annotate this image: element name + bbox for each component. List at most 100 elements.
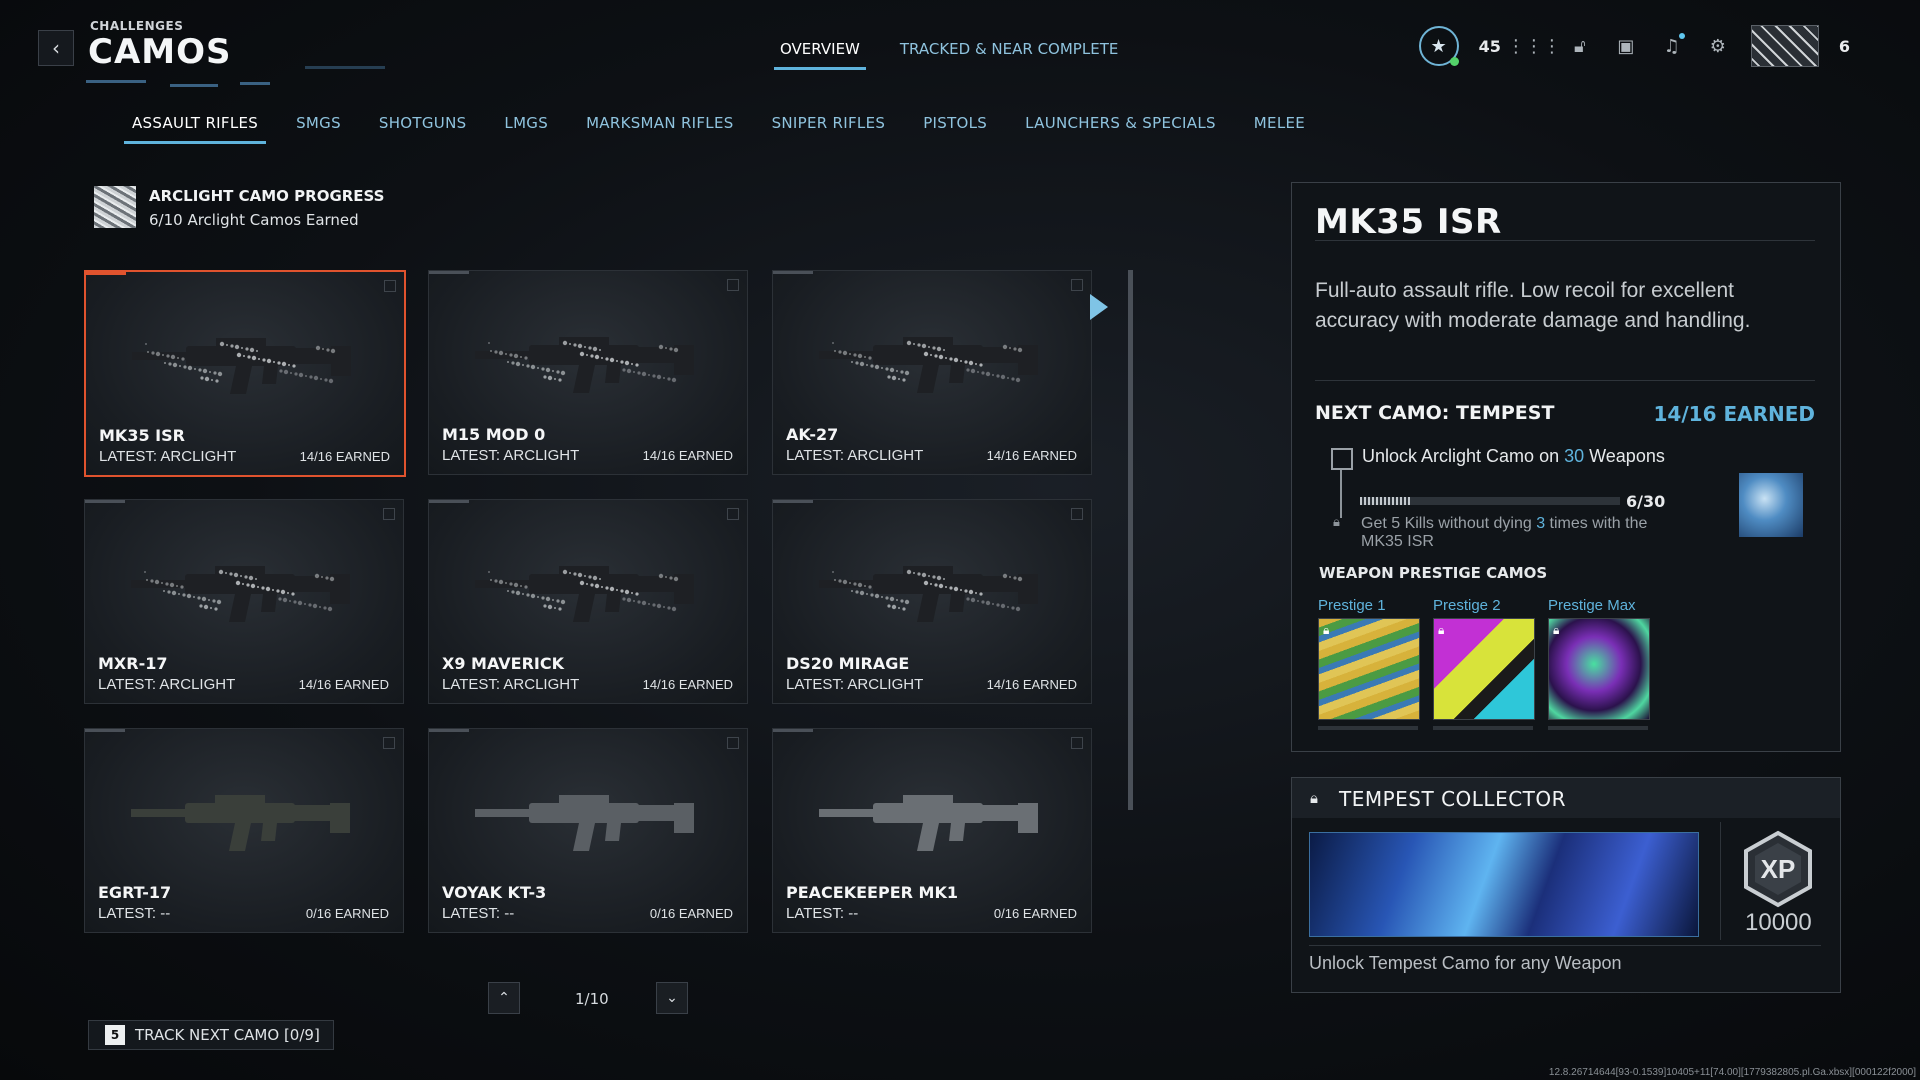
challenge-subtext: Get 5 Kills without dying 3 times with t… [1361, 515, 1681, 551]
tab-pistols[interactable]: PISTOLS [923, 114, 987, 132]
weapon-earned-count: 14/16 EARNED [299, 449, 390, 464]
tab-lmgs[interactable]: LMGS [504, 114, 548, 132]
bell-icon[interactable]: ♫ [1659, 33, 1685, 59]
weapon-earned-count: 0/16 EARNED [649, 906, 733, 921]
grid-menu-icon[interactable]: ⋮⋮⋮ [1507, 33, 1561, 59]
challenge-text-prefix: Unlock Arclight Camo on [1362, 446, 1565, 466]
tab-sniper-rifles[interactable]: SNIPER RIFLES [772, 114, 886, 132]
weapon-latest-camo: LATEST: -- [442, 905, 515, 922]
grid-scrollbar-thumb[interactable] [1128, 270, 1133, 810]
track-next-camo-button[interactable]: 5 TRACK NEXT CAMO [0/9] [88, 1020, 334, 1050]
challenge-checkbox[interactable] [1331, 448, 1353, 470]
lock-icon: 🔒︎ [1438, 623, 1445, 637]
tempest-camo-thumbnail[interactable] [1739, 473, 1803, 537]
weapon-card[interactable]: EGRT-17 LATEST: -- 0/16 EARNED [84, 728, 404, 933]
challenge-text: Unlock Arclight Camo on 30 Weapons [1362, 446, 1665, 467]
weapon-latest-camo: LATEST: -- [786, 905, 859, 922]
card-progress-bar [773, 271, 813, 274]
weapon-card[interactable]: VOYAK KT-3 LATEST: -- 0/16 EARNED [428, 728, 748, 933]
card-progress-bar [429, 271, 469, 274]
weapon-name: MXR-17 [98, 654, 168, 673]
card-progress-bar [85, 500, 125, 503]
card-progress-bar [773, 500, 813, 503]
weapon-name: VOYAK KT-3 [442, 883, 547, 902]
prestige-2-progress [1433, 726, 1533, 730]
title-glitch-decoration [305, 66, 385, 69]
card-corner-icon [727, 737, 739, 749]
card-progress-bar [773, 729, 813, 732]
tab-smgs[interactable]: SMGS [296, 114, 341, 132]
player-count: 6 [1838, 36, 1850, 56]
tab-melee[interactable]: MELEE [1254, 114, 1305, 132]
weapon-card[interactable]: MK35 ISR LATEST: ARCLIGHT 14/16 EARNED [84, 270, 406, 477]
tab-marksman-rifles[interactable]: MARKSMAN RIFLES [586, 114, 734, 132]
detail-weapon-name: MK35 ISR [1315, 202, 1502, 242]
card-progress-bar [85, 729, 125, 732]
arclight-camo-thumbnail [94, 186, 136, 228]
xp-label: XP [1761, 854, 1796, 884]
weapon-card[interactable]: M15 MOD 0 LATEST: ARCLIGHT 14/16 EARNED [428, 270, 748, 475]
cursor-pointer-icon [1090, 294, 1108, 320]
weapon-latest-camo: LATEST: ARCLIGHT [442, 447, 580, 464]
header-subtitle: CHALLENGES [90, 19, 184, 33]
prestige-max-camo[interactable]: 🔒︎ [1548, 618, 1650, 720]
tab-overview[interactable]: OVERVIEW [774, 40, 866, 70]
challenge-text-suffix: Weapons [1584, 446, 1665, 466]
challenge-progress-count: 6/30 [1626, 492, 1666, 511]
unlock-icon[interactable]: 🔓︎ [1567, 33, 1593, 59]
weapon-image [819, 337, 1038, 393]
weapon-card[interactable]: AK-27 LATEST: ARCLIGHT 14/16 EARNED [772, 270, 1092, 475]
chevron-down-icon: ⌄ [666, 990, 678, 1006]
card-corner-icon [1071, 508, 1083, 520]
weapon-image [132, 338, 351, 394]
collector-reward-image[interactable] [1309, 832, 1699, 937]
prestige-1-camo[interactable]: 🔒︎ [1318, 618, 1420, 720]
challenge-progress-fill [1360, 497, 1412, 505]
prestige-camos-title: WEAPON PRESTIGE CAMOS [1319, 564, 1548, 582]
card-corner-icon [727, 279, 739, 291]
card-corner-icon [383, 508, 395, 520]
card-corner-icon [1071, 279, 1083, 291]
card-progress-bar [429, 729, 469, 732]
prestige-max-progress [1548, 726, 1648, 730]
page-up-button[interactable]: ⌃ [488, 982, 520, 1014]
weapon-image [819, 566, 1038, 622]
weapon-card[interactable]: X9 MAVERICK LATEST: ARCLIGHT 14/16 EARNE… [428, 499, 748, 704]
player-avatar[interactable] [1750, 25, 1819, 67]
weapon-card[interactable]: DS20 MIRAGE LATEST: ARCLIGHT 14/16 EARNE… [772, 499, 1092, 704]
challenge-connector-line [1340, 470, 1342, 518]
page-indicator: 1/10 [575, 990, 609, 1008]
rank-value: 45 [1478, 36, 1501, 56]
collector-title: TEMPEST COLLECTOR [1339, 787, 1567, 811]
divider [1315, 380, 1815, 381]
weapon-image [131, 566, 350, 622]
camera-icon[interactable]: ▣ [1613, 33, 1639, 59]
top-tabs: OVERVIEW TRACKED & NEAR COMPLETE [774, 40, 1118, 70]
page-down-button[interactable]: ⌄ [656, 982, 688, 1014]
weapon-card[interactable]: MXR-17 LATEST: ARCLIGHT 14/16 EARNED [84, 499, 404, 704]
divider [1720, 822, 1721, 940]
weapon-image [475, 795, 694, 851]
notification-dot [1678, 33, 1685, 39]
weapon-category-tabs: ASSAULT RIFLES SMGS SHOTGUNS LMGS MARKSM… [123, 114, 1305, 144]
tab-tracked-near-complete[interactable]: TRACKED & NEAR COMPLETE [900, 40, 1118, 66]
gear-icon[interactable]: ⚙ [1705, 33, 1731, 59]
camo-progress-subtitle: 6/10 Arclight Camos Earned [149, 211, 359, 229]
subtext-prefix: Get 5 Kills without dying [1361, 515, 1537, 532]
weapon-image [475, 337, 694, 393]
tab-assault-rifles[interactable]: ASSAULT RIFLES [123, 114, 267, 144]
lock-icon: 🔒︎ [1553, 623, 1560, 637]
tab-shotguns[interactable]: SHOTGUNS [379, 114, 467, 132]
rank-icon[interactable]: ★ [1418, 26, 1459, 66]
weapon-image [819, 795, 1038, 851]
weapon-earned-count: 14/16 EARNED [642, 448, 733, 463]
title-glitch-decoration [240, 82, 270, 85]
prestige-2-camo[interactable]: 🔒︎ [1433, 618, 1535, 720]
debug-footer-text: 12.8.26714644[93-0.1539]10405+11[74.00][… [1548, 1067, 1916, 1078]
card-corner-icon [1071, 737, 1083, 749]
weapon-earned-count: 14/16 EARNED [986, 677, 1077, 692]
weapon-card[interactable]: PEACEKEEPER MK1 LATEST: -- 0/16 EARNED [772, 728, 1092, 933]
back-button[interactable]: ‹ [38, 30, 74, 66]
weapon-latest-camo: LATEST: ARCLIGHT [786, 447, 924, 464]
tab-launchers-specials[interactable]: LAUNCHERS & SPECIALS [1025, 114, 1216, 132]
